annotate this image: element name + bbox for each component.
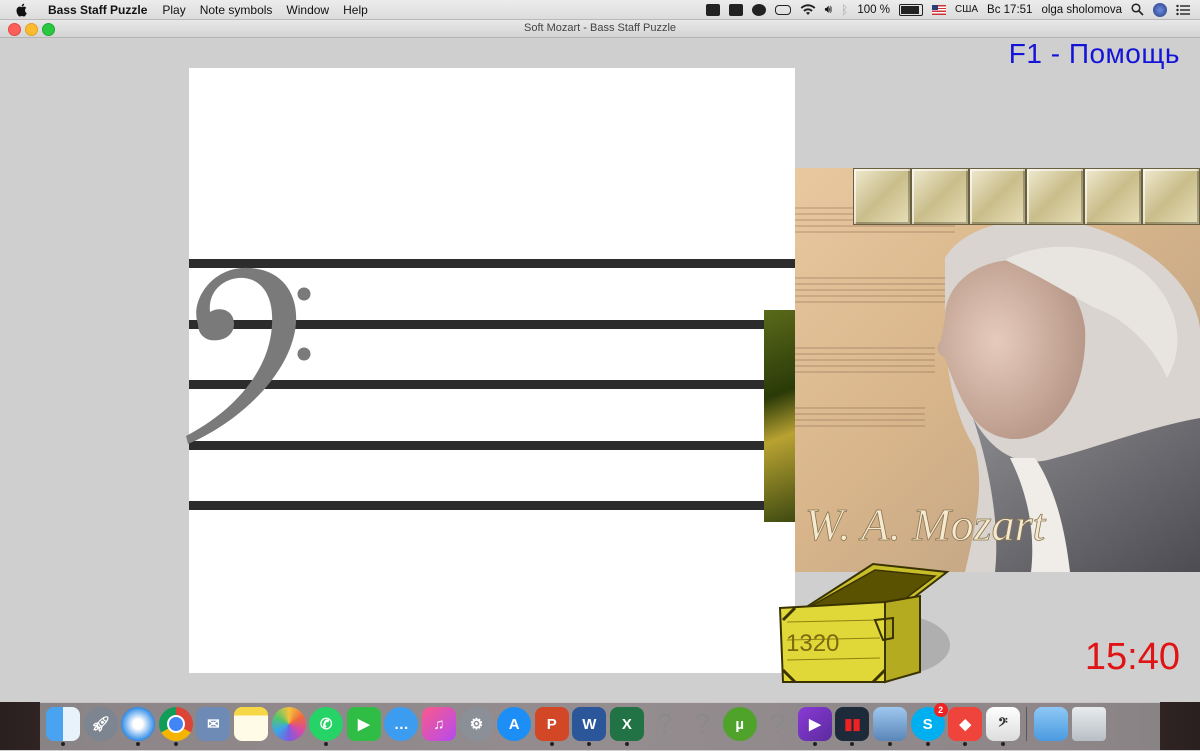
word-icon[interactable]: W — [572, 707, 607, 746]
puzzle-tile[interactable] — [910, 168, 969, 225]
menu-note-symbols[interactable]: Note symbols — [200, 3, 273, 17]
anydesk-icon[interactable]: ◆ — [948, 707, 983, 746]
launchpad-icon[interactable]: 🚀︎ — [83, 707, 118, 741]
wifi-icon[interactable] — [800, 3, 816, 16]
visual-studio-icon[interactable]: ▶︎ — [797, 707, 832, 746]
chest-score: 1320 — [786, 630, 840, 657]
powerpoint-icon[interactable]: P — [534, 707, 569, 746]
unknown-app-icon[interactable]: ? — [760, 707, 794, 741]
photos-icon[interactable] — [271, 707, 306, 741]
app-store-icon[interactable]: A — [497, 707, 532, 741]
unknown-app-icon[interactable]: ? — [685, 707, 719, 741]
chrome-icon[interactable] — [158, 707, 193, 746]
game-timer: 15:40 — [1084, 636, 1180, 678]
menubar-clock[interactable]: Вс 17:51 — [987, 4, 1032, 16]
whatsapp-icon[interactable]: ✆ — [309, 707, 344, 746]
battery-percent: 100 % — [857, 3, 890, 16]
puzzle-tile[interactable] — [968, 168, 1027, 225]
siri-icon[interactable] — [1153, 2, 1167, 17]
notes-icon[interactable] — [233, 707, 268, 741]
messages-icon[interactable]: … — [384, 707, 419, 741]
facetime-icon[interactable]: ▶︎ — [346, 707, 381, 741]
system-preferences-icon[interactable]: ⚙︎ — [459, 707, 494, 741]
puzzle-tile-tray — [853, 168, 1200, 225]
battery-icon[interactable] — [898, 3, 923, 16]
finder-icon[interactable] — [46, 707, 80, 746]
puzzle-tile[interactable] — [1026, 168, 1085, 225]
volume-icon[interactable]: 🔊︎ — [825, 2, 833, 17]
toggle-status-icon[interactable] — [774, 4, 791, 15]
menu-play[interactable]: Play — [162, 3, 185, 17]
puzzle-piece-fragment[interactable] — [764, 310, 795, 522]
skype-icon[interactable]: S2 — [910, 703, 948, 746]
trash-icon[interactable] — [1071, 707, 1106, 741]
puzzle-tile[interactable] — [853, 168, 911, 225]
treasure-chest-icon[interactable] — [775, 560, 955, 690]
user-name[interactable]: olga sholomova — [1041, 4, 1122, 16]
downloads-folder-icon[interactable] — [1034, 707, 1069, 741]
itunes-icon[interactable]: ♫ — [421, 707, 456, 741]
activity-monitor-icon[interactable]: ▮▮ — [835, 707, 870, 746]
bluetooth-icon[interactable]: ᛒ — [841, 3, 848, 17]
soft-mozart-icon[interactable]: 𝄢 — [985, 707, 1020, 746]
excel-icon[interactable]: X — [609, 707, 644, 746]
dock-separator — [1026, 707, 1028, 741]
app-menu[interactable]: Bass Staff Puzzle — [48, 3, 147, 17]
preview-icon[interactable] — [873, 707, 908, 746]
staff-line — [189, 501, 795, 510]
notification-center-icon[interactable] — [1176, 4, 1190, 16]
help-hint: F1 - Помощь — [1008, 38, 1180, 69]
mail-icon[interactable]: ✉︎ — [196, 707, 231, 741]
unknown-app-icon[interactable]: ? — [648, 707, 682, 741]
spotlight-search-icon[interactable] — [1131, 3, 1144, 16]
menu-help[interactable]: Help — [343, 3, 368, 17]
bass-clef-icon — [186, 267, 311, 444]
apple-menu-icon[interactable] — [14, 2, 30, 17]
window-titlebar[interactable]: Soft Mozart - Bass Staff Puzzle — [0, 20, 1200, 38]
skype-badge: 2 — [933, 703, 948, 717]
app-status-icon[interactable] — [728, 3, 743, 16]
safari-icon[interactable] — [121, 707, 156, 746]
us-flag-icon[interactable] — [931, 4, 946, 15]
window-title: Soft Mozart - Bass Staff Puzzle — [523, 22, 677, 34]
menu-bar: Bass Staff Puzzle Play Note symbols Wind… — [0, 0, 1200, 20]
portrait-caption: W. A. Mozart — [805, 499, 1046, 550]
puzzle-tile[interactable] — [1084, 168, 1143, 225]
menu-window[interactable]: Window — [286, 3, 329, 17]
check-status-icon[interactable] — [751, 3, 766, 16]
utorrent-icon[interactable]: µ — [722, 707, 757, 741]
lock-status-icon[interactable] — [705, 3, 720, 16]
mozart-portrait: W. A. Mozart — [795, 168, 1200, 572]
dock-icons: 🚀︎ ✉︎ ✆ ▶︎ … ♫ ⚙︎ A P W X ? ? µ ? ▶︎ ▮▮ … — [46, 703, 1106, 746]
puzzle-tile[interactable] — [1142, 168, 1200, 225]
input-source-label[interactable]: США — [955, 4, 978, 15]
